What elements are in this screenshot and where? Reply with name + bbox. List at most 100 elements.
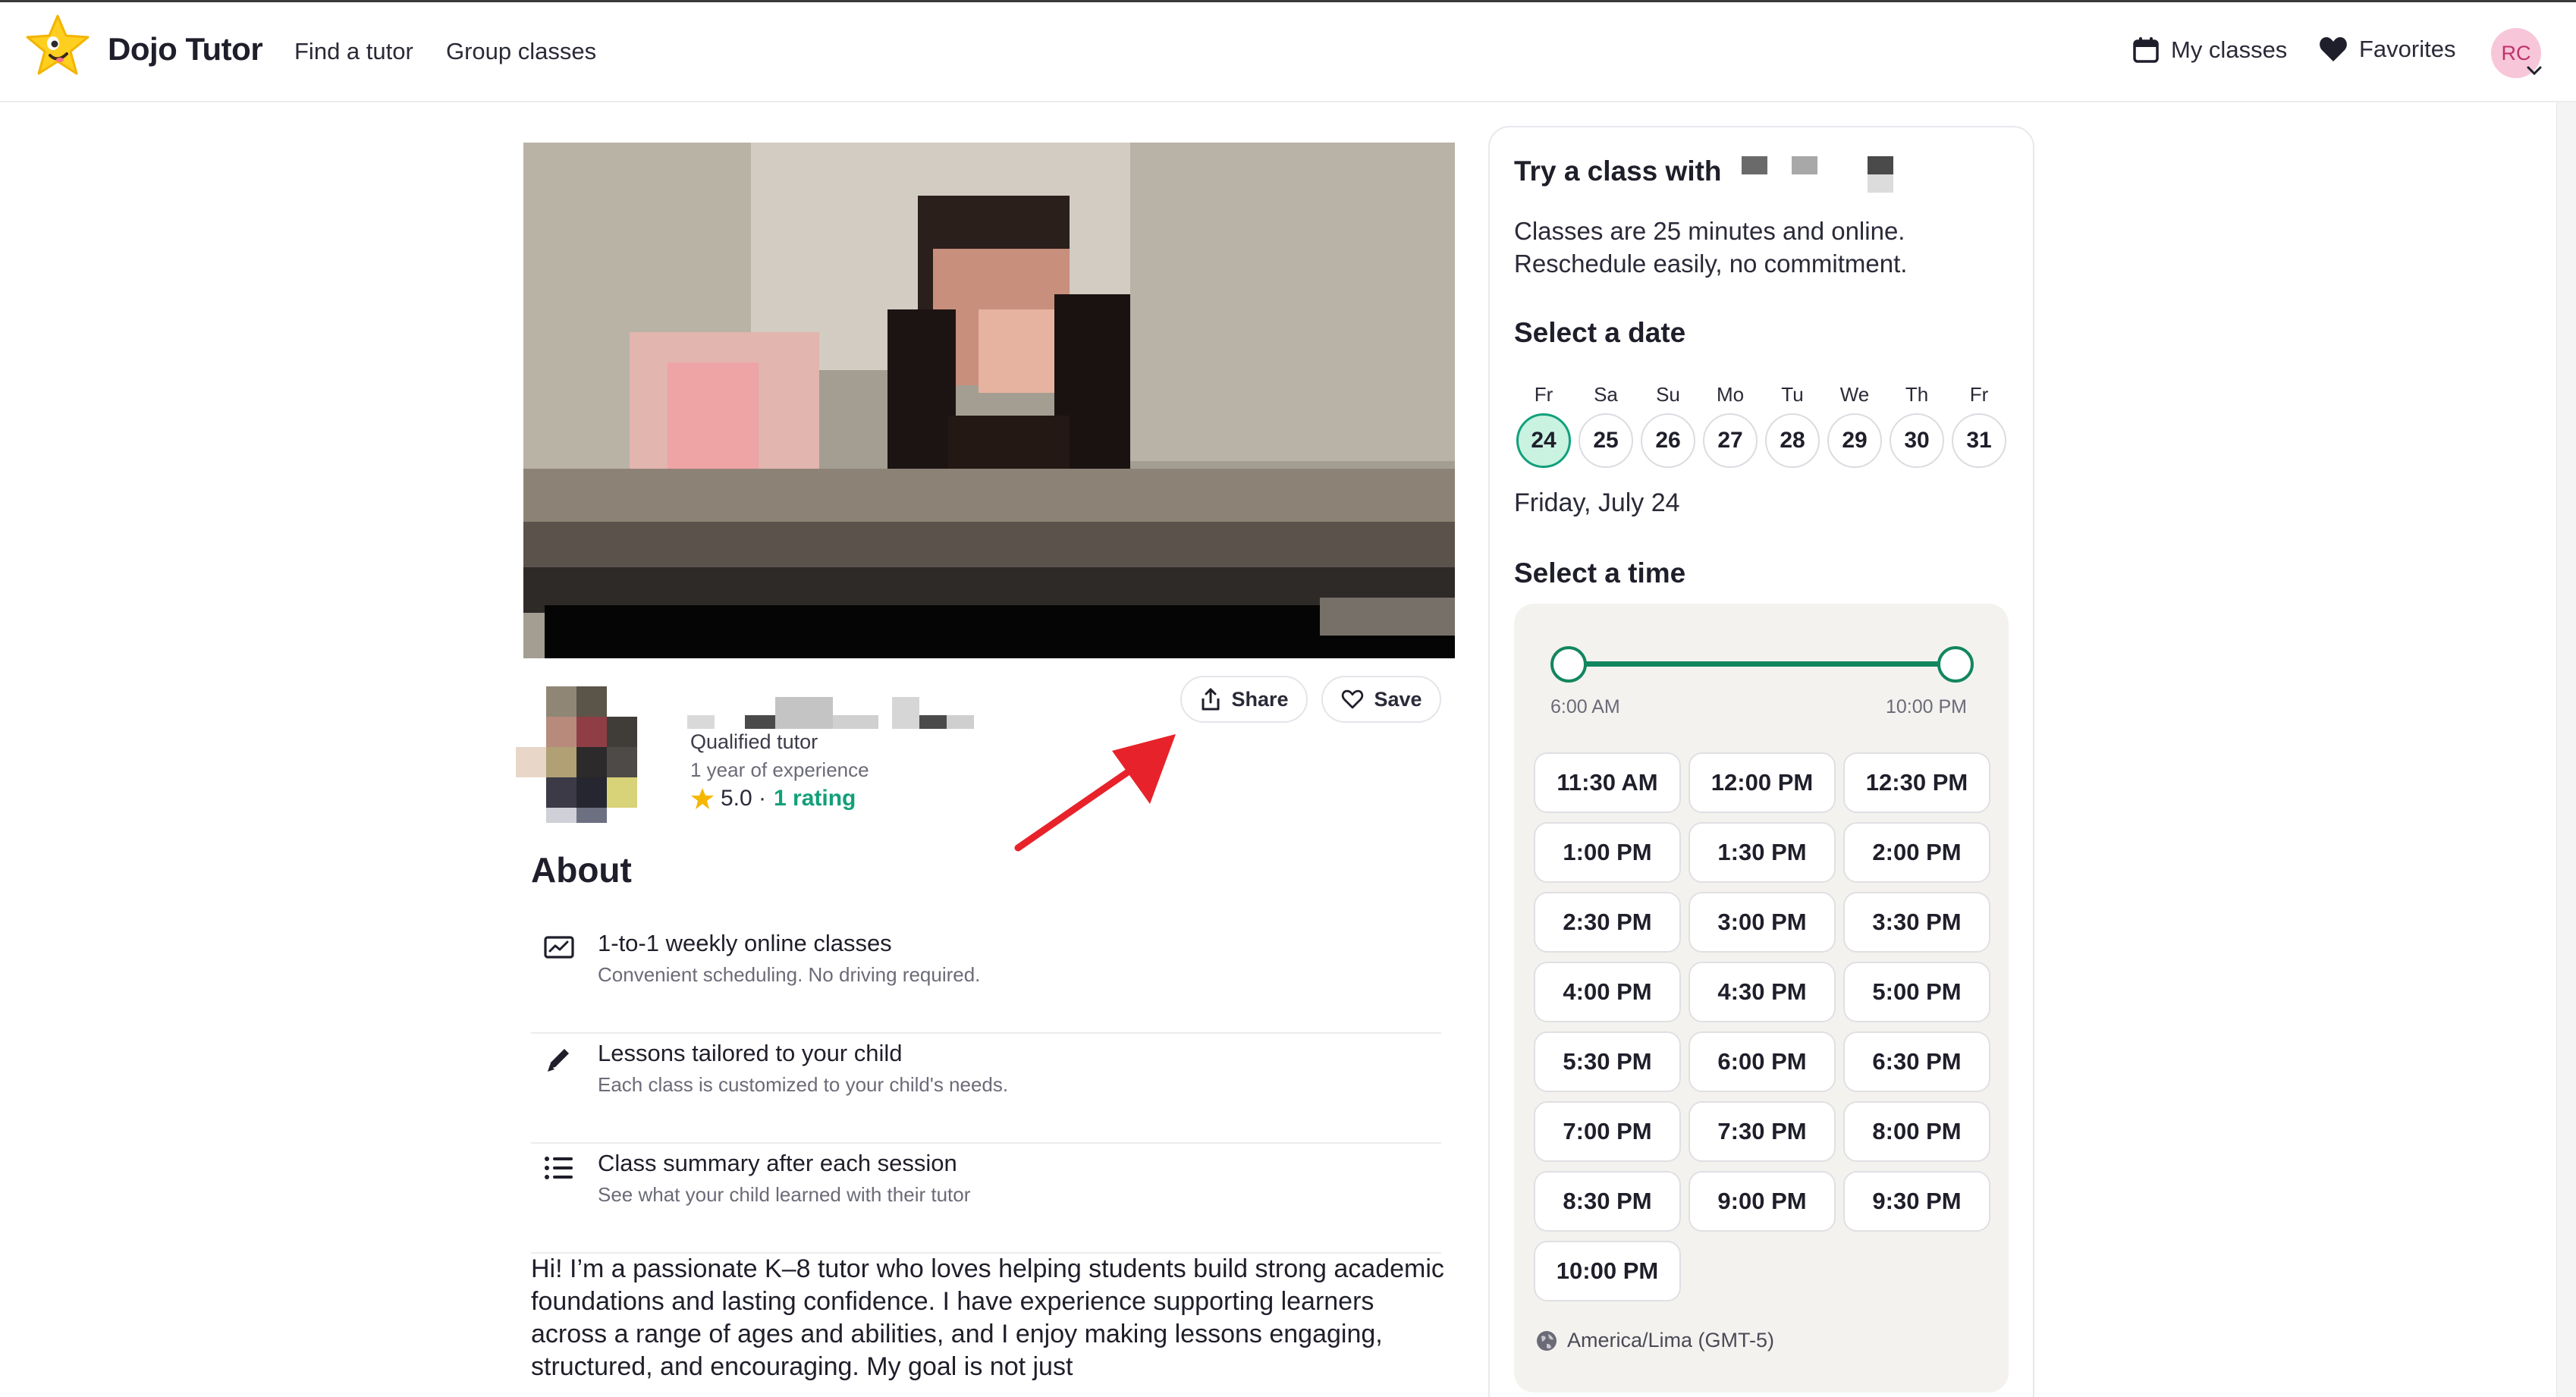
day-name: Fr [1969,383,1989,406]
share-label: Share [1231,687,1289,711]
globe-icon [1537,1330,1557,1351]
favorites-label: Favorites [2359,36,2456,62]
day-name: Tu [1781,383,1804,406]
dojo-star-logo-icon[interactable] [23,13,93,83]
day-number[interactable]: 25 [1579,413,1633,468]
time-slot[interactable]: 4:30 PM [1689,962,1836,1022]
calendar-icon [2133,37,2159,63]
time-slot[interactable]: 8:00 PM [1843,1101,1990,1162]
feature-tailored-lessons: Lessons tailored to your child Each clas… [531,1034,1441,1144]
feature-title: Lessons tailored to your child [598,1040,903,1066]
time-slot[interactable]: 6:30 PM [1843,1031,1990,1092]
select-date-heading: Select a date [1514,317,1686,348]
time-slot[interactable]: 5:00 PM [1843,962,1990,1022]
tutor-qualification: Qualified tutor [690,730,818,753]
about-title: About [531,850,632,890]
scrollbar[interactable] [2556,102,2576,1397]
tutor-name-redacted [1742,156,1893,193]
star-icon [691,788,714,809]
date-option-24[interactable]: Fr 24 [1516,383,1572,468]
time-range-min-handle[interactable] [1550,646,1587,683]
day-number[interactable]: 31 [1952,413,2006,468]
date-option-28[interactable]: Tu 28 [1764,383,1820,468]
save-label: Save [1374,687,1422,711]
heart-icon [2320,37,2347,61]
day-number[interactable]: 30 [1890,413,1944,468]
rating-value: 5.0 · [721,786,767,811]
time-range-track[interactable] [1569,661,1956,667]
save-button[interactable]: Save [1321,676,1441,723]
share-icon [1202,688,1220,711]
nav-find-a-tutor[interactable]: Find a tutor [294,38,413,65]
day-name: Su [1656,383,1680,406]
date-option-29[interactable]: We 29 [1827,383,1883,468]
date-option-31[interactable]: Fr 31 [1951,383,2007,468]
tutor-rating: 5.0 · 1 rating [690,786,856,812]
time-slot[interactable]: 1:30 PM [1689,822,1836,883]
day-name: Th [1905,383,1929,406]
feature-subtitle: See what your child learned with their t… [598,1183,971,1206]
pencil-icon [548,1049,569,1072]
time-range-max-label: 10:00 PM [1886,696,1968,717]
date-option-30[interactable]: Th 30 [1889,383,1945,468]
tutor-video-thumbnail[interactable] [523,143,1455,658]
time-slot[interactable]: 6:00 PM [1689,1031,1836,1092]
chart-screen-icon [544,936,574,959]
day-number[interactable]: 24 [1516,413,1571,468]
red-arrow-annotation [1014,734,1176,852]
tutor-bio: Hi! I’m a passionate K–8 tutor who loves… [531,1254,1444,1381]
favorites-link[interactable]: Favorites [2318,36,2455,63]
time-slot[interactable]: 11:30 AM [1534,752,1681,813]
time-slot[interactable]: 9:30 PM [1843,1171,1990,1232]
time-slot[interactable]: 2:30 PM [1534,892,1681,953]
time-slot[interactable]: 1:00 PM [1534,822,1681,883]
brand-name[interactable]: Dojo Tutor [108,31,263,67]
day-number[interactable]: 28 [1765,413,1820,468]
time-slot[interactable]: 3:00 PM [1689,892,1836,953]
day-name: Sa [1594,383,1618,406]
time-slot[interactable]: 2:00 PM [1843,822,1990,883]
time-slot[interactable]: 10:00 PM [1534,1241,1681,1301]
my-classes-link[interactable]: My classes [2131,36,2287,64]
share-button[interactable]: Share [1180,676,1308,723]
time-slot[interactable]: 7:30 PM [1689,1101,1836,1162]
time-slot[interactable]: 7:00 PM [1534,1101,1681,1162]
nav-group-classes[interactable]: Group classes [446,38,596,65]
time-slot[interactable]: 12:30 PM [1843,752,1990,813]
my-classes-label: My classes [2171,36,2288,63]
date-option-26[interactable]: Su 26 [1640,383,1696,468]
feature-title: 1-to-1 weekly online classes [598,930,892,956]
timezone-selector[interactable]: America/Lima (GMT-5) [1535,1329,1774,1352]
feature-title: Class summary after each session [598,1150,957,1176]
time-slot[interactable]: 12:00 PM [1689,752,1836,813]
feature-weekly-classes: 1-to-1 weekly online classes Convenient … [531,924,1441,1034]
date-option-27[interactable]: Mo 27 [1702,383,1758,468]
top-navbar: Dojo Tutor Find a tutor Group classes My… [0,2,2576,102]
selected-date: Friday, July 24 [1514,488,1680,517]
time-slot[interactable]: 8:30 PM [1534,1171,1681,1232]
rating-count-link[interactable]: 1 rating [774,786,856,812]
day-number[interactable]: 27 [1703,413,1758,468]
day-number[interactable]: 29 [1827,413,1882,468]
time-range-min-label: 6:00 AM [1550,696,1620,717]
time-slot[interactable]: 9:00 PM [1689,1171,1836,1232]
feature-subtitle: Each class is customized to your child's… [598,1073,1009,1096]
date-option-25[interactable]: Sa 25 [1578,383,1634,468]
feature-subtitle: Convenient scheduling. No driving requir… [598,963,981,986]
day-name: We [1839,383,1870,406]
booking-description: Classes are 25 minutes and online. Resch… [1514,217,1908,278]
time-slot[interactable]: 4:00 PM [1534,962,1681,1022]
day-name: Mo [1716,383,1745,406]
heart-outline-icon [1342,689,1364,709]
time-slot[interactable]: 3:30 PM [1843,892,1990,953]
tutor-photo[interactable] [516,686,660,823]
chevron-down-icon[interactable] [2526,64,2543,77]
day-name: Fr [1534,383,1553,406]
list-icon [545,1157,573,1179]
time-slot[interactable]: 5:30 PM [1534,1031,1681,1092]
day-number[interactable]: 26 [1641,413,1695,468]
booking-title: Try a class with [1514,155,1722,187]
time-range-max-handle[interactable] [1937,646,1974,683]
feature-class-summary: Class summary after each session See wha… [531,1144,1441,1254]
tutor-experience: 1 year of experience [690,758,869,781]
